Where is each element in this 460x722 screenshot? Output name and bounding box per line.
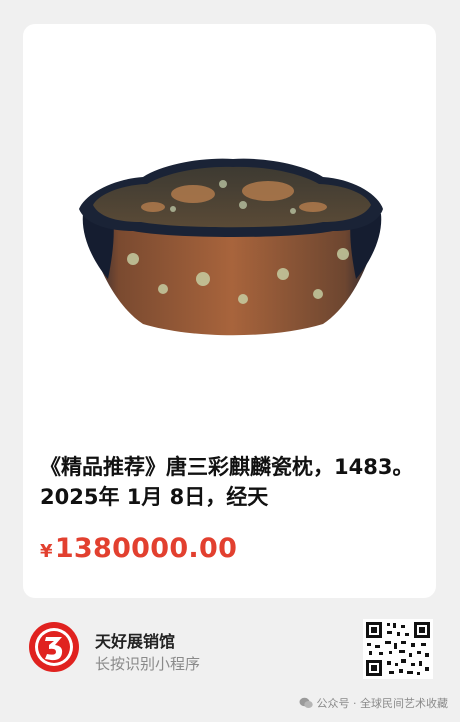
wechat-icon — [299, 697, 313, 708]
watermark-text: 公众号 · 全球民间艺术收藏 — [316, 697, 449, 710]
red-circle-3-logo-icon[interactable] — [27, 620, 81, 674]
watermark: 公众号 · 全球民间艺术收藏 — [299, 695, 449, 711]
qr-code-icon[interactable] — [363, 619, 433, 679]
product-title: 《精品推荐》唐三彩麒麟瓷枕，1483。2025年 1月 8日，经天 — [40, 455, 414, 509]
price-value: 1380000.00 — [54, 533, 238, 564]
product-card[interactable]: 《精品推荐》唐三彩麒麟瓷枕，1483。2025年 1月 8日，经天 ¥13800… — [23, 24, 436, 598]
product-image — [79, 158, 383, 336]
miniprogram-name[interactable]: 天好展销馆 — [95, 628, 175, 652]
currency-symbol: ¥ — [40, 541, 53, 562]
miniprogram-hint: 长按识别小程序 — [95, 655, 201, 673]
product-price: ¥1380000.00 — [40, 533, 237, 564]
